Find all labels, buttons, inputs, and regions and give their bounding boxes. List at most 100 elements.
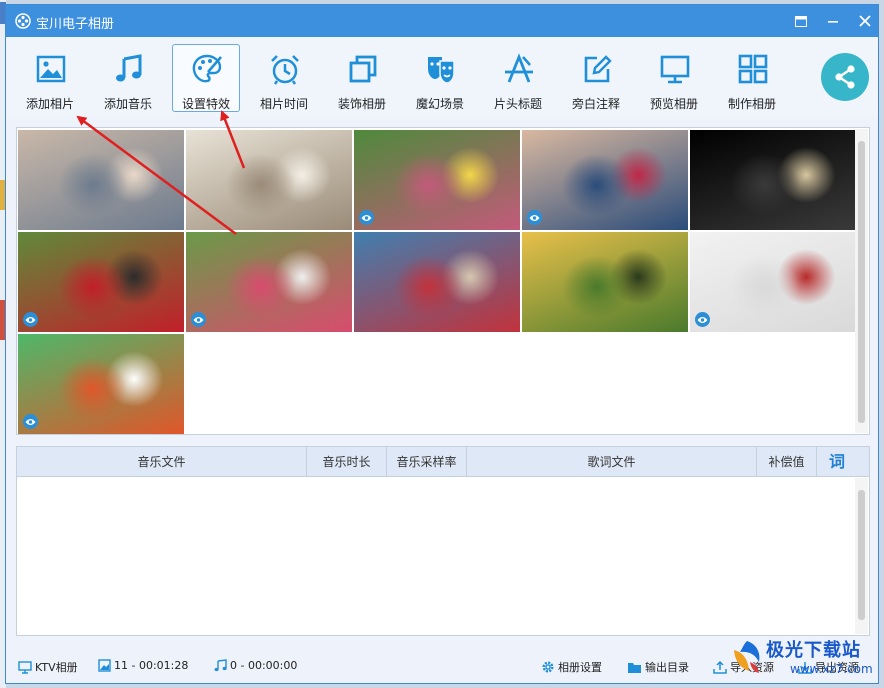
aurora-logo-icon: [734, 641, 760, 673]
grid-icon: [738, 54, 768, 84]
photo-thumbnail[interactable]: [18, 334, 184, 434]
title-bar[interactable]: 宝川电子相册: [6, 5, 878, 37]
column-music-duration[interactable]: 音乐时长: [307, 447, 387, 477]
music-note-icon: [116, 54, 142, 82]
photo-thumbnail[interactable]: [18, 232, 184, 332]
photo-image: [186, 232, 352, 332]
lyric-button[interactable]: 词: [819, 447, 855, 477]
minimize-button[interactable]: [822, 11, 844, 31]
watermark-logo: 极光下载站 www.xz7.com: [728, 634, 880, 684]
column-music-file[interactable]: 音乐文件: [17, 447, 307, 477]
output-directory-label: 输出目录: [645, 661, 689, 674]
theater-mask-icon: [428, 57, 455, 84]
image-icon: [36, 55, 66, 83]
photo-time-button[interactable]: 相片时间: [250, 44, 318, 112]
title-a-icon: [505, 53, 533, 83]
restore-button[interactable]: [790, 11, 812, 31]
restore-icon: [795, 15, 807, 27]
tool-label: 制作相册: [727, 97, 776, 111]
main-toolbar: 添加相片 添加音乐 设置特效 相片时间 装饰相册 魔幻场景 片头标题 旁白注释 …: [6, 37, 878, 117]
scrollbar-thumb[interactable]: [858, 141, 865, 423]
photo-thumbnail[interactable]: [690, 130, 856, 230]
photo-thumbnail[interactable]: [522, 232, 688, 332]
photo-image: [522, 232, 688, 332]
output-directory-button[interactable]: 输出目录: [627, 659, 689, 675]
close-button[interactable]: [854, 11, 876, 31]
album-settings-label: 相册设置: [558, 661, 602, 674]
monitor-icon: [660, 55, 690, 84]
music-list-panel: 音乐文件 音乐时长 音乐采样率 歌词文件 补偿值 词: [16, 446, 870, 636]
eye-icon[interactable]: [695, 312, 710, 327]
scrollbar-thumb[interactable]: [858, 490, 865, 620]
tool-label: 添加相片: [25, 97, 74, 111]
photo-image: [186, 130, 352, 230]
make-album-button[interactable]: 制作相册: [718, 44, 786, 112]
alarm-clock-icon: [271, 55, 299, 85]
photo-scrollbar[interactable]: [855, 129, 868, 433]
layers-icon: [349, 55, 377, 83]
photo-thumbnail[interactable]: [354, 232, 520, 332]
film-reel-icon: [15, 13, 31, 29]
tool-label: 片头标题: [493, 97, 542, 111]
column-lyric-file[interactable]: 歌词文件: [467, 447, 757, 477]
photo-image: [690, 232, 856, 332]
watermark-url: www.xz7.com: [790, 662, 873, 676]
window-title: 宝川电子相册: [36, 17, 115, 32]
tool-label: 设置特效: [181, 97, 230, 111]
photo-image: [18, 130, 184, 230]
tool-label: 装饰相册: [337, 97, 386, 111]
photo-image: [354, 232, 520, 332]
photo-image: [690, 130, 856, 230]
image-icon: [98, 659, 111, 672]
magic-scene-button[interactable]: 魔幻场景: [406, 44, 474, 112]
music-scrollbar[interactable]: [855, 478, 868, 634]
tool-label: 添加音乐: [103, 97, 152, 111]
tool-label: 旁白注释: [571, 97, 620, 111]
photo-thumbnail[interactable]: [354, 130, 520, 230]
photo-thumbnail[interactable]: [522, 130, 688, 230]
music-count-text: 0 - 00:00:00: [230, 659, 298, 672]
photo-list-panel[interactable]: [16, 127, 870, 435]
photo-count-status: 11 - 00:01:28: [98, 659, 188, 672]
eye-icon[interactable]: [359, 210, 374, 225]
narration-button[interactable]: 旁白注释: [562, 44, 630, 112]
album-settings-button[interactable]: 相册设置: [541, 659, 602, 675]
ktv-label: KTV相册: [35, 661, 78, 674]
column-sample-rate[interactable]: 音乐采样率: [387, 447, 467, 477]
gear-icon: [542, 661, 554, 673]
edit-note-icon: [584, 55, 612, 83]
watermark-text: 极光下载站: [766, 640, 861, 661]
add-photo-button[interactable]: 添加相片: [16, 44, 84, 112]
photo-image: [18, 334, 184, 434]
monitor-icon: [18, 660, 32, 674]
decorate-album-button[interactable]: 装饰相册: [328, 44, 396, 112]
eye-icon[interactable]: [23, 414, 38, 429]
share-button[interactable]: [821, 53, 869, 101]
add-music-button[interactable]: 添加音乐: [94, 44, 162, 112]
music-note-icon: [214, 659, 227, 672]
folder-icon: [628, 662, 641, 673]
photo-thumbnail[interactable]: [186, 130, 352, 230]
upload-icon: [713, 660, 727, 674]
app-window: 宝川电子相册 添加相片 添加音乐 设置特效 相片时间 装饰相册 魔幻场景 片头标…: [5, 4, 879, 684]
photo-image: [354, 130, 520, 230]
close-icon: [859, 15, 871, 27]
set-effects-button[interactable]: 设置特效: [172, 44, 240, 112]
photo-thumbnail[interactable]: [186, 232, 352, 332]
eye-icon[interactable]: [527, 210, 542, 225]
column-offset[interactable]: 补偿值: [757, 447, 817, 477]
photo-image: [18, 232, 184, 332]
palette-icon: [192, 54, 222, 83]
photo-image: [522, 130, 688, 230]
title-button[interactable]: 片头标题: [484, 44, 552, 112]
ktv-album-button[interactable]: KTV相册: [18, 659, 78, 675]
music-table-header: 音乐文件 音乐时长 音乐采样率 歌词文件 补偿值 词: [17, 447, 869, 477]
tool-label: 魔幻场景: [415, 97, 464, 111]
photo-thumbnail[interactable]: [690, 232, 856, 332]
eye-icon[interactable]: [191, 312, 206, 327]
share-icon: [835, 65, 855, 89]
photo-thumbnail[interactable]: [18, 130, 184, 230]
tool-label: 预览相册: [649, 97, 698, 111]
eye-icon[interactable]: [23, 312, 38, 327]
preview-album-button[interactable]: 预览相册: [640, 44, 708, 112]
